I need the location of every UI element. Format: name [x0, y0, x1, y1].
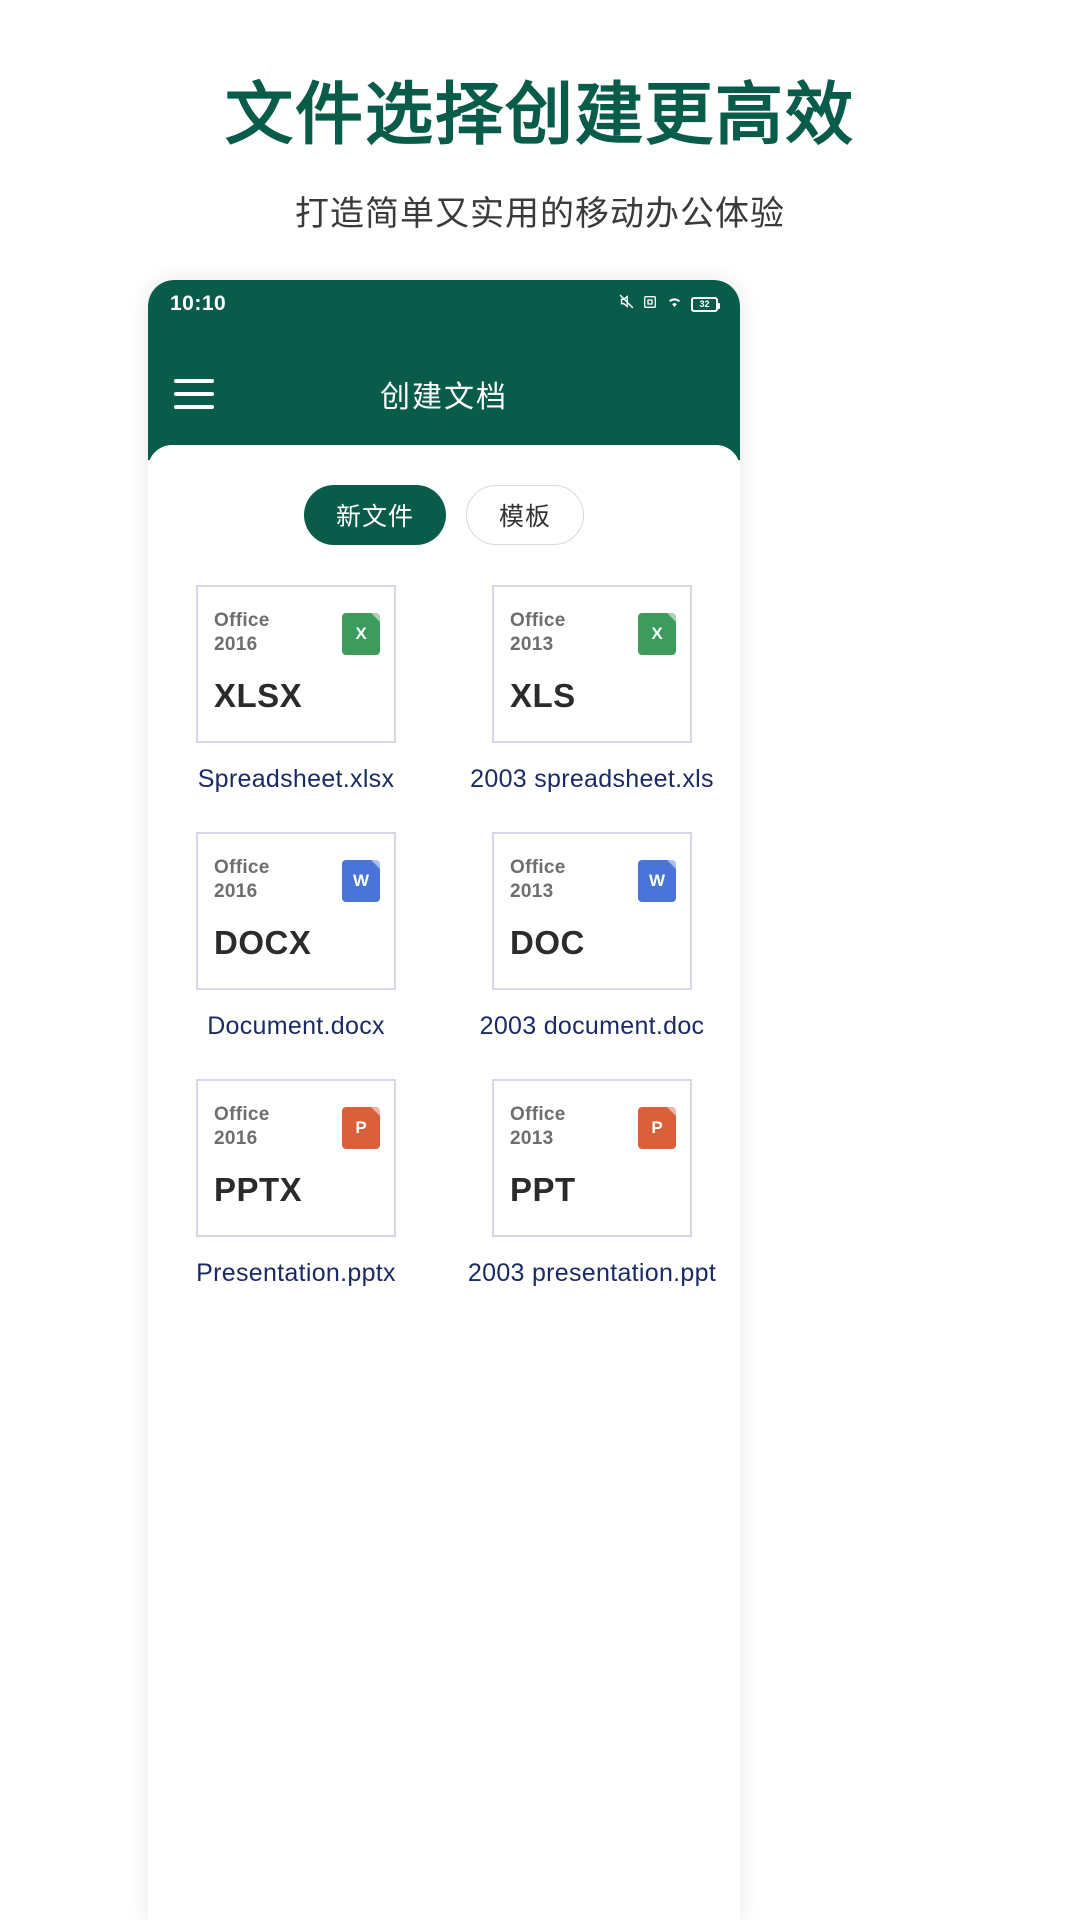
content-sheet: 新文件 模板 Office 2016 X XLSX Spreadsheet.xls…	[148, 445, 740, 1920]
file-card-ppt[interactable]: Office 2013 P PPT	[492, 1079, 692, 1237]
hamburger-menu-icon[interactable]	[174, 379, 214, 409]
card-office-label: Office 2016	[214, 610, 270, 655]
file-name-label[interactable]: Spreadsheet.xlsx	[198, 765, 395, 794]
file-card-doc[interactable]: Office 2013 W DOC	[492, 832, 692, 990]
card-extension-label: XLSX	[214, 677, 303, 714]
card-extension-label: DOC	[510, 924, 585, 961]
card-extension-label: DOCX	[214, 924, 312, 961]
file-name-label[interactable]: 2003 presentation.ppt	[468, 1259, 716, 1288]
list-item: Office 2016 X XLSX Spreadsheet.xlsx	[148, 585, 444, 794]
list-item: Office 2013 W DOC 2003 document.doc	[444, 832, 740, 1041]
file-card-xlsx[interactable]: Office 2016 X XLSX	[196, 585, 396, 743]
file-card-xls[interactable]: Office 2013 X XLS	[492, 585, 692, 743]
card-office-label: Office 2016	[214, 857, 270, 902]
powerpoint-icon: P	[342, 1107, 380, 1149]
battery-icon: 32	[691, 296, 720, 312]
status-bar: 10:10 32	[148, 280, 740, 328]
page-subheadline: 打造简单又实用的移动办公体验	[295, 195, 785, 233]
mute-icon	[618, 293, 635, 315]
page-headline: 文件选择创建更高效	[224, 77, 855, 153]
list-item: Office 2013 P PPT 2003 presentation.ppt	[444, 1079, 740, 1288]
excel-icon: X	[638, 613, 676, 655]
app-bar: 创建文档	[148, 328, 740, 460]
status-time: 10:10	[170, 292, 227, 315]
phone-mockup: 10:10 32 创建文档 新文件 模板 Office 2016 X XLSX …	[148, 280, 740, 1920]
file-name-label[interactable]: 2003 spreadsheet.xls	[470, 765, 714, 794]
page-title: 创建文档	[380, 381, 508, 414]
card-extension-label: PPTX	[214, 1171, 303, 1208]
card-office-label: Office 2013	[510, 857, 566, 902]
wifi-icon	[665, 294, 684, 314]
card-extension-label: PPT	[510, 1171, 576, 1208]
tab-bar: 新文件 模板	[148, 485, 740, 545]
file-name-label[interactable]: Presentation.pptx	[196, 1259, 396, 1288]
list-item: Office 2016 P PPTX Presentation.pptx	[148, 1079, 444, 1288]
file-name-label[interactable]: Document.docx	[207, 1012, 385, 1041]
word-icon: W	[638, 860, 676, 902]
tab-new-file[interactable]: 新文件	[303, 485, 446, 545]
list-item: Office 2013 X XLS 2003 spreadsheet.xls	[444, 585, 740, 794]
card-extension-label: XLS	[510, 677, 576, 714]
card-office-label: Office 2013	[510, 610, 566, 655]
card-office-label: Office 2016	[214, 1104, 270, 1149]
list-item: Office 2016 W DOCX Document.docx	[148, 832, 444, 1041]
card-office-label: Office 2013	[510, 1104, 566, 1149]
excel-icon: X	[342, 613, 380, 655]
powerpoint-icon: P	[638, 1107, 676, 1149]
file-type-grid: Office 2016 X XLSX Spreadsheet.xlsx Offic…	[148, 585, 740, 1288]
word-icon: W	[342, 860, 380, 902]
promo-page: 文件选择创建更高效 打造简单又实用的移动办公体验 10:10 32 创建文档 新…	[0, 0, 1080, 1920]
screenshot-icon	[642, 294, 658, 315]
file-card-pptx[interactable]: Office 2016 P PPTX	[196, 1079, 396, 1237]
status-icon-group: 32	[618, 293, 720, 315]
tab-template[interactable]: 模板	[466, 485, 585, 545]
file-name-label[interactable]: 2003 document.doc	[480, 1012, 705, 1041]
file-card-docx[interactable]: Office 2016 W DOCX	[196, 832, 396, 990]
battery-level: 32	[699, 298, 710, 309]
